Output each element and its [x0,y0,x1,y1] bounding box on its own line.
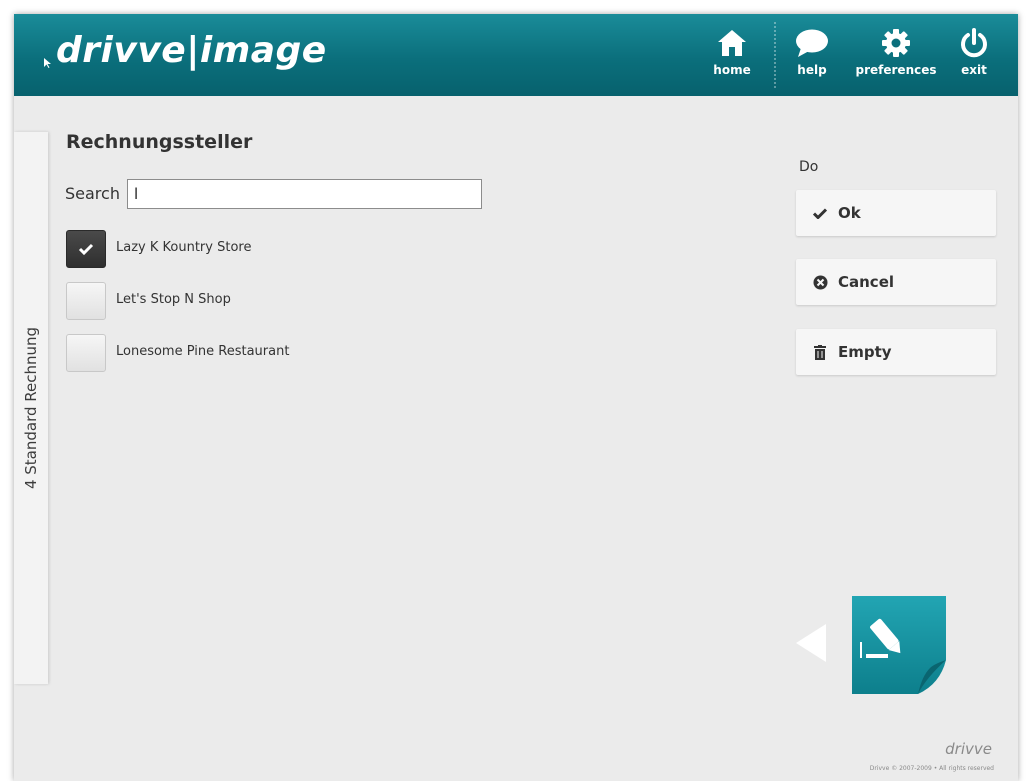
nav-exit-label: exit [961,63,987,77]
side-tab-label: 4 Standard Rechnung [22,326,40,490]
list-item-label: Lonesome Pine Restaurant [116,344,290,359]
close-circle-icon [812,274,828,290]
list-item[interactable]: Lonesome Pine Restaurant [66,334,466,374]
trash-icon [812,344,828,360]
footer-logo: drivve [945,740,992,758]
list-item-label: Lazy K Kountry Store [116,240,252,255]
document-edit-icon[interactable] [848,594,948,698]
search-label: Search [65,184,120,203]
list-item-label: Let's Stop N Shop [116,292,231,307]
app-logo: drivve|image [56,30,327,71]
list-item[interactable]: Let's Stop N Shop [66,282,466,322]
checkbox-checked[interactable] [66,230,106,268]
app-window: drivve|image home help preferences exit … [14,14,1018,781]
nav-help[interactable]: help [790,26,834,77]
header-bar: drivve|image home help preferences exit [14,14,1018,96]
ok-button-label: Ok [838,204,861,222]
nav-preferences-label: preferences [855,63,937,77]
nav-home[interactable]: home [706,26,758,77]
checkmark-icon [78,243,94,255]
nav-preferences[interactable]: preferences [846,26,946,77]
footer-copyright: Drivve © 2007-2009 • All rights reserved [869,765,994,772]
checkbox-unchecked[interactable] [66,282,106,320]
home-icon [706,26,758,60]
actions-heading: Do [799,159,819,175]
search-input[interactable] [127,179,482,209]
empty-button[interactable]: Empty [796,329,996,375]
checkbox-unchecked[interactable] [66,334,106,372]
nav-help-label: help [797,63,827,77]
gear-icon [846,26,946,60]
page-title: Rechnungssteller [66,131,253,153]
cancel-button-label: Cancel [838,273,895,291]
empty-button-label: Empty [838,343,892,361]
nav-separator [774,22,776,88]
speech-bubble-icon [790,26,834,60]
checkmark-icon [812,205,828,221]
ok-button[interactable]: Ok [796,190,996,236]
nav-home-label: home [713,63,751,77]
cursor-icon [44,58,51,68]
back-arrow-icon[interactable] [796,624,826,662]
list-item[interactable]: Lazy K Kountry Store [66,230,466,270]
cancel-button[interactable]: Cancel [796,259,996,305]
power-icon [954,26,994,60]
side-tab[interactable]: 4 Standard Rechnung [14,132,48,684]
nav-exit[interactable]: exit [954,26,994,77]
